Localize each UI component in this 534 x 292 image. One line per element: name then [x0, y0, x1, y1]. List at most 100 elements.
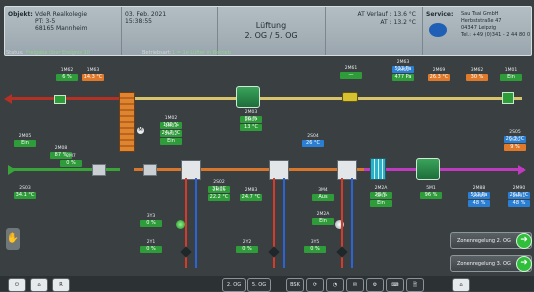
- preheater-icon[interactable]: [181, 160, 201, 180]
- keyboard-button[interactable]: ⌨: [386, 278, 404, 292]
- exhaust-damper-icon[interactable]: [502, 92, 514, 104]
- sensor-tag: 2S03: [19, 186, 31, 191]
- sensor-value[interactable]: 26.3 °C: [428, 74, 450, 81]
- header-panel: Objekt: VdeR Realkolegie PT: 3-5 68165 M…: [4, 6, 532, 56]
- info-bar: Status: Freigabe über Ereignis 10 Betrie…: [4, 50, 530, 58]
- sensor-tag: 2Y2: [242, 240, 252, 245]
- sensor-value[interactable]: Ein: [312, 218, 334, 225]
- sensor-value[interactable]: 0 %: [60, 160, 82, 167]
- sensor-value[interactable]: 9 %: [504, 144, 526, 151]
- heat-recovery-wheel[interactable]: [119, 92, 135, 152]
- reheater-icon[interactable]: [337, 160, 357, 180]
- exhaust-filter-icon[interactable]: [342, 92, 358, 102]
- sensor-tag: 2M02: [164, 132, 178, 137]
- sensor-value[interactable]: Aus: [312, 194, 334, 201]
- time-text: 15:38:55: [125, 18, 152, 25]
- valve-2-icon[interactable]: [268, 246, 280, 258]
- sensor-value[interactable]: Ein: [160, 138, 182, 145]
- sensor-value[interactable]: 477 Pa: [392, 74, 414, 81]
- sensor-tag: 1M03: [164, 124, 178, 129]
- sensor-value[interactable]: 48 %: [508, 200, 530, 207]
- sensor-tag: 3M62: [470, 68, 484, 73]
- document-button[interactable]: 🗎: [406, 278, 424, 292]
- sensor-tag: 2M90: [512, 186, 526, 191]
- sensor-value[interactable]: 96 %: [420, 192, 442, 199]
- humidifier-icon[interactable]: [370, 158, 386, 180]
- sensor-value[interactable]: 24.7 °C: [240, 194, 262, 201]
- sensor-value[interactable]: Ein: [14, 140, 36, 147]
- sensor-value[interactable]: 22.2 °C: [208, 194, 230, 201]
- sensor-tag: 2M07: [244, 118, 258, 123]
- wheel-info-icon[interactable]: M: [137, 127, 144, 134]
- sensor-value[interactable]: 48 %: [468, 200, 490, 207]
- sensor-tag: 2M62: [396, 68, 410, 73]
- sensor-value[interactable]: 14.3 °C: [82, 74, 104, 81]
- objekt-line-1: VdeR Realkolegie: [35, 11, 88, 18]
- sensor-tag: 1M01: [504, 68, 518, 73]
- supply-fan-icon[interactable]: [416, 158, 440, 180]
- sensor-tag: 2Y1: [146, 240, 156, 245]
- valve-1-icon[interactable]: [180, 246, 192, 258]
- status-value: Freigabe über Ereignis 10: [26, 50, 90, 56]
- sensor-value[interactable]: 0 %: [236, 246, 258, 253]
- exhaust-fan-icon[interactable]: [236, 86, 260, 108]
- sensor-value[interactable]: 30 %: [466, 74, 488, 81]
- sensor-value[interactable]: 0 %: [140, 220, 162, 227]
- sensor-tag: 2M05: [18, 134, 32, 139]
- sensor-tag: 2M2A: [316, 212, 330, 217]
- home-button[interactable]: ⌂: [452, 278, 470, 292]
- objekt-line-2: PT: 3-5: [35, 18, 56, 25]
- sensor-value[interactable]: Ein: [370, 200, 392, 207]
- sensor-value[interactable]: 6 %: [56, 74, 78, 81]
- supply-duct-magenta: [364, 168, 524, 171]
- zone-3og-go-icon[interactable]: ➜: [516, 256, 532, 272]
- sensor-value[interactable]: —: [340, 72, 362, 79]
- sensor-tag: 2S02: [509, 138, 521, 143]
- lock-button[interactable]: ⌂: [30, 278, 48, 292]
- cooling-return-pipe: [283, 178, 285, 268]
- sensor-value[interactable]: 13 °C: [240, 124, 262, 131]
- supply-filter-1-icon[interactable]: [143, 164, 157, 176]
- zone-3og-label: Zonenregelung 3. OG: [457, 261, 511, 267]
- sensor-tag: 3Y5: [310, 240, 320, 245]
- page-title: Lüftung: [255, 21, 287, 30]
- sensor-tag: 5M1: [426, 186, 436, 191]
- reset-button[interactable]: R: [52, 278, 70, 292]
- pump-1-lamp: [176, 220, 185, 229]
- supply-arrow-icon: [518, 165, 526, 175]
- power-button[interactable]: ⏻: [8, 278, 26, 292]
- zone-2og-go-icon[interactable]: ➜: [516, 233, 532, 249]
- objekt-line-3: 68165 Mannheim: [35, 25, 88, 32]
- sensor-value[interactable]: Ein: [500, 74, 522, 81]
- status-label: Status:: [6, 50, 24, 56]
- sensor-value[interactable]: 34.1 °C: [14, 192, 36, 199]
- sensor-tag: 2S04: [307, 134, 319, 139]
- at-verlauf-text: AT Verlauf : 13.6 °C: [357, 11, 416, 18]
- bsk-button[interactable]: BSK: [286, 278, 304, 292]
- refresh-button[interactable]: ⟳: [306, 278, 324, 292]
- heating-return-pipe-1: [195, 178, 197, 268]
- floor-5og-button[interactable]: 5. OG: [247, 278, 271, 292]
- sensor-tag: 2M89: [472, 194, 486, 199]
- sensor-value[interactable]: 0 %: [304, 246, 326, 253]
- sensor-tag: 2M03: [244, 110, 258, 115]
- service-line-4: Tel.: +49 (0)341 - 2 44 80 0: [461, 32, 531, 38]
- sensor-tag: 2S02: [213, 180, 225, 185]
- supply-duct-orange: [134, 168, 364, 171]
- sensor-value[interactable]: 26 °C: [302, 140, 324, 147]
- outside-filter-icon[interactable]: [92, 164, 106, 176]
- exhaust-arrow-icon: [4, 94, 12, 104]
- sensor-tag: 2M88: [472, 186, 486, 191]
- manual-mode-icon[interactable]: ✋: [6, 228, 20, 250]
- clock-button[interactable]: ◔: [326, 278, 344, 292]
- sensor-value[interactable]: 0 %: [140, 246, 162, 253]
- settings-button[interactable]: ⚙: [366, 278, 384, 292]
- floor-2og-button[interactable]: 2. OG: [222, 278, 246, 292]
- valve-3-icon[interactable]: [336, 246, 348, 258]
- outside-damper-icon[interactable]: [54, 95, 66, 104]
- cooler-icon[interactable]: [269, 160, 289, 180]
- outside-temp-cell: AT Verlauf : 13.6 °C AT : 13.2 °C: [325, 7, 423, 55]
- mail-button[interactable]: ✉: [346, 278, 364, 292]
- sensor-tag: 1M63: [86, 68, 100, 73]
- return-air-duct: [134, 97, 522, 100]
